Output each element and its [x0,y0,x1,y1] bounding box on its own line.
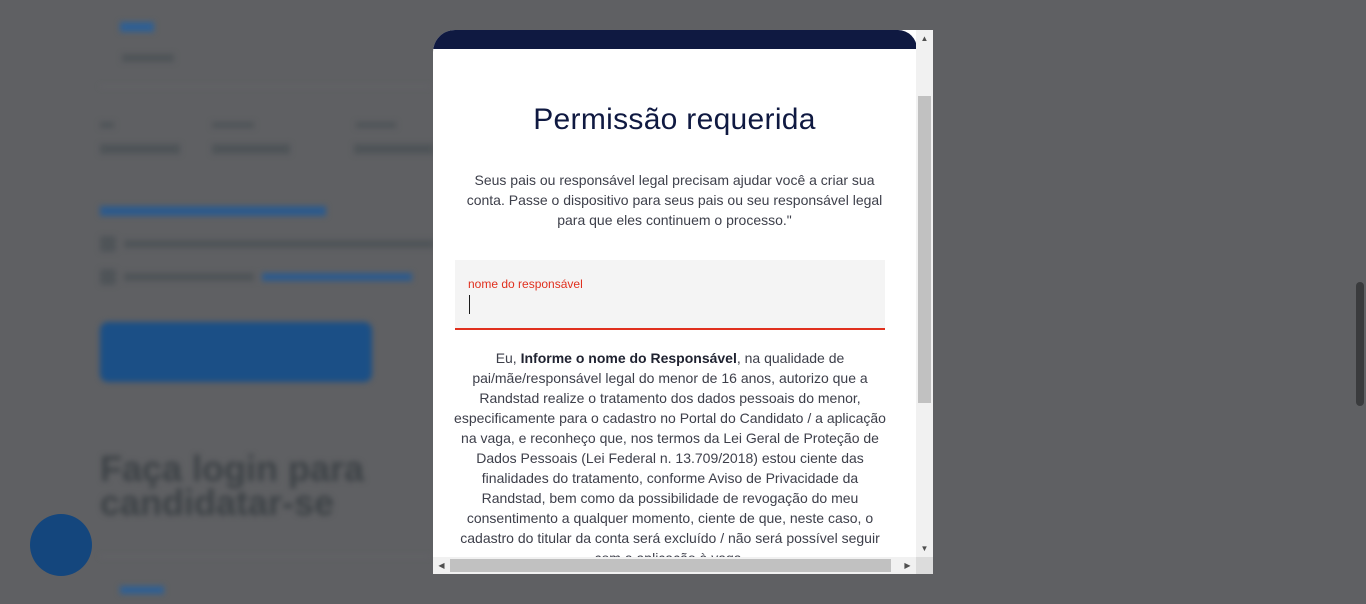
horizontal-scroll-thumb[interactable] [450,559,891,572]
bg-checkbox [100,269,116,285]
bg-text [124,273,254,281]
scroll-down-icon[interactable]: ▼ [916,540,933,557]
bg-text [124,240,434,248]
permission-modal: Permissão requerida Seus pais ou respons… [433,30,933,574]
guardian-name-field[interactable]: nome do responsável [455,260,885,330]
bg-divider [100,556,430,557]
bg-text [212,122,254,128]
page-scrollbar-thumb[interactable] [1356,282,1364,406]
guardian-name-label: nome do responsável [468,277,583,291]
bg-text [100,144,180,154]
modal-title: Permissão requerida [533,103,816,136]
modal-description: Seus pais ou responsável legal precisam … [466,172,883,228]
bg-text [356,122,396,128]
scroll-up-icon[interactable]: ▲ [916,30,933,47]
bg-text [354,144,434,154]
bg-button [100,322,372,382]
bg-text [120,586,164,594]
scroll-left-icon[interactable]: ◀ [433,557,450,574]
scrollbar-corner [916,557,933,574]
modal-horizontal-scrollbar[interactable]: ◀ ▶ [433,557,916,574]
consent-body: , na qualidade de pai/mãe/responsável le… [454,350,886,557]
chat-button[interactable] [30,514,92,576]
modal-vertical-scrollbar[interactable]: ▲ ▼ [916,30,933,557]
bg-text [100,122,114,128]
consent-prefix: Eu, [495,350,521,366]
bg-text [212,144,290,154]
consent-guardian-name: Informe o nome do Responsável [520,350,737,366]
bg-divider [100,86,430,87]
bg-login-heading: Faça login para candidatar-se [100,448,365,523]
bg-text [122,54,174,62]
modal-content: Permissão requerida Seus pais ou respons… [433,49,916,557]
guardian-name-input[interactable] [468,294,868,316]
bg-link [262,273,412,281]
bg-checkbox [100,236,116,252]
text-caret [469,295,470,314]
bg-link [100,206,326,216]
modal-header-bar [433,30,917,49]
bg-icon [120,22,154,32]
scroll-right-icon[interactable]: ▶ [899,557,916,574]
vertical-scroll-thumb[interactable] [918,96,931,403]
consent-text: Eu, Informe o nome do Responsável, na qu… [451,348,889,557]
